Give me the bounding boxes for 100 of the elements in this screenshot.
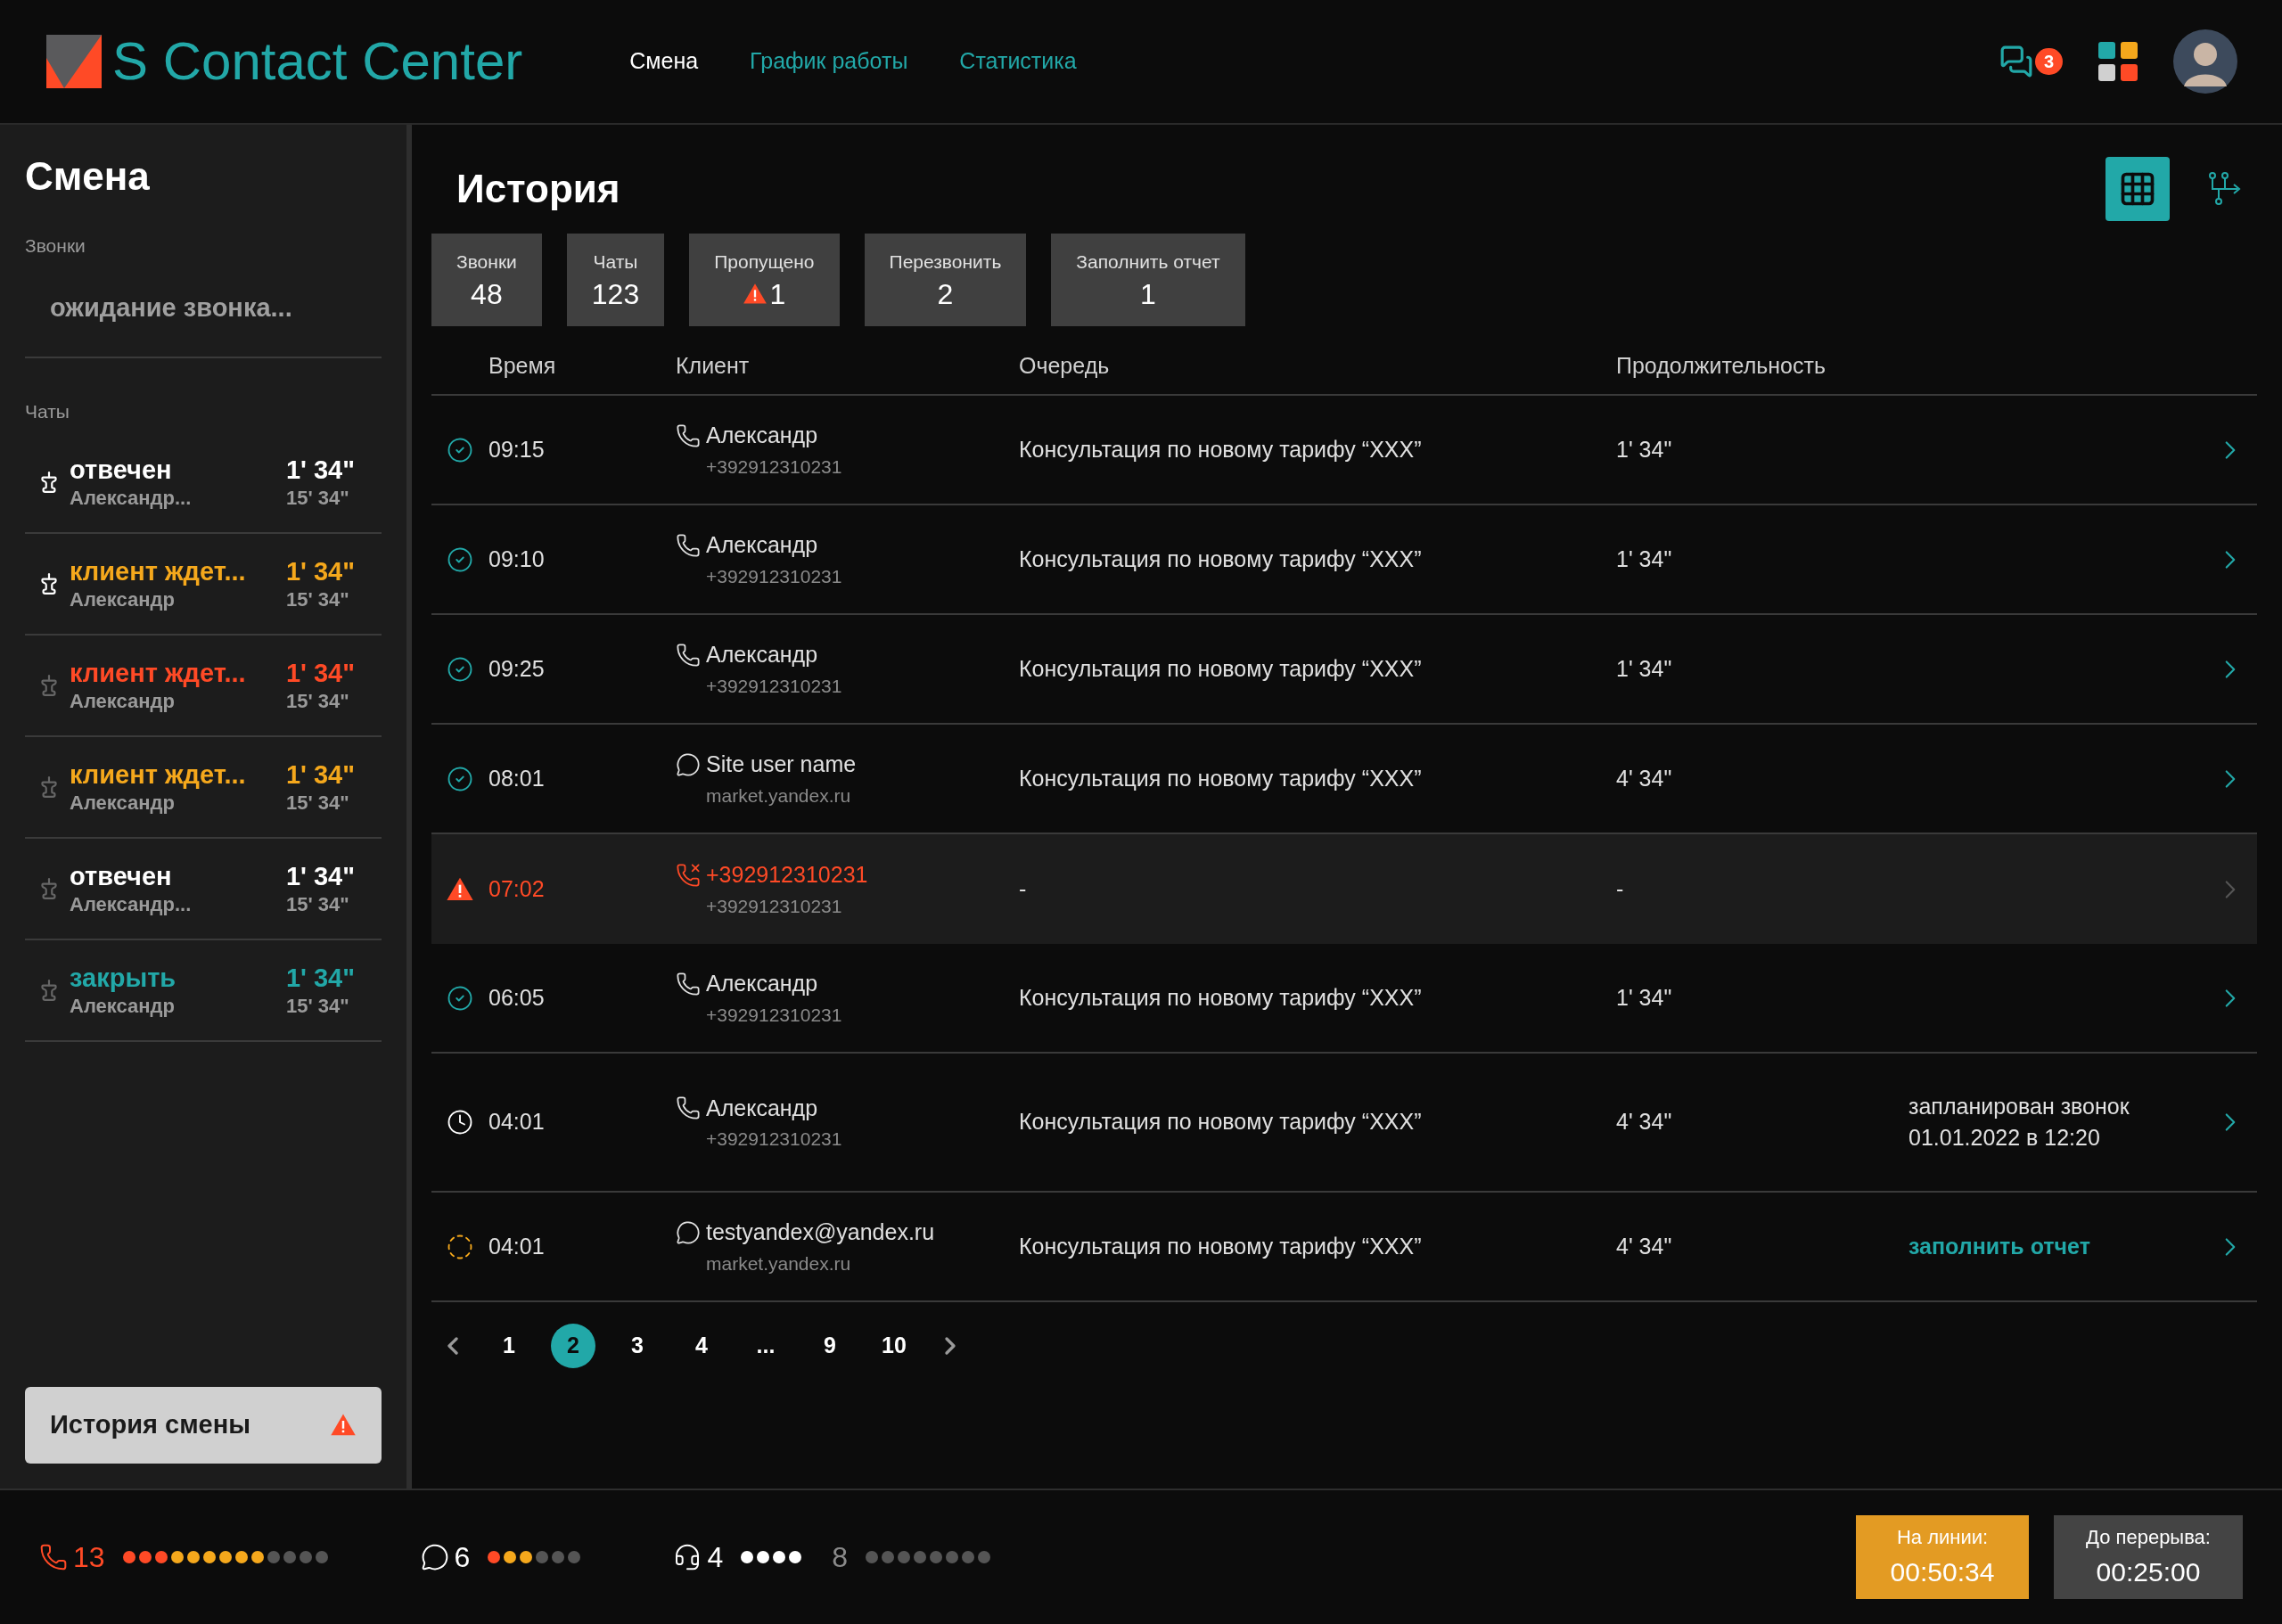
chat-status: закрыть (70, 963, 177, 994)
timer-panel: До перерыва: 00:25:00 (2054, 1515, 2243, 1599)
queue-cell-text: Консультация по новому тарифу “XXX” (1019, 435, 1423, 463)
notification-badge: 3 (2034, 48, 2063, 75)
chat-total-time: 15' 34" (285, 486, 350, 511)
time-cell-text: 04:01 (488, 1232, 546, 1260)
phone-icon (39, 1543, 68, 1571)
logo-text: S Contact Center (112, 35, 523, 88)
chat-time: 1' 34" (285, 861, 355, 892)
sidebar-title: Смена (25, 157, 151, 196)
chat-item[interactable]: закрыть Александр 1' 34" 15' 34" (25, 940, 382, 1042)
chat-item[interactable]: клиент ждет... Александр 1' 34" 15' 34" (25, 737, 382, 839)
client-name: Александр (706, 970, 818, 997)
page-button[interactable]: 4 (679, 1324, 724, 1368)
column-header: Время (488, 352, 557, 381)
duration-cell-text: 4' 34" (1616, 764, 1673, 792)
time-cell-text: 08:01 (488, 764, 546, 792)
timer-panel: На линии: 00:50:34 (1856, 1515, 2029, 1599)
queue-cell-text: Консультация по новому тарифу “XXX” (1019, 654, 1423, 683)
duration-cell-text: 4' 34" (1616, 1232, 1673, 1260)
client-name: Александр (706, 1094, 818, 1122)
chat-client: Александр (70, 791, 176, 816)
duration-cell-text: 1' 34" (1616, 983, 1673, 1012)
client-contact: +392912310231 (705, 674, 843, 698)
chat-icon (676, 751, 701, 777)
page-button[interactable]: ... (743, 1324, 788, 1368)
page-button[interactable]: 3 (615, 1324, 660, 1368)
client-name: Александр (706, 641, 818, 668)
stat-card[interactable]: Заполнить отчет 1 (1051, 234, 1245, 326)
phone-icon (676, 642, 701, 668)
time-cell-text: 04:01 (488, 1108, 546, 1136)
fill-report-link[interactable]: заполнить отчет (1909, 1233, 2090, 1259)
chat-time: 1' 34" (285, 759, 355, 791)
duration-cell-text: 1' 34" (1616, 435, 1673, 463)
phone-icon (676, 532, 701, 558)
chat-total-time: 15' 34" (285, 892, 350, 917)
apps-icon[interactable] (2098, 42, 2138, 81)
time-cell-text: 06:05 (488, 983, 546, 1012)
client-contact: +392912310231 (705, 455, 843, 479)
nav-link[interactable]: График работы (750, 45, 908, 78)
nav-link[interactable]: Статистика (959, 45, 1077, 78)
nav-link[interactable]: Смена (629, 45, 699, 78)
chat-item[interactable]: клиент ждет... Александр 1' 34" 15' 34" (25, 636, 382, 737)
chat-status: клиент ждет... (70, 556, 247, 587)
time-cell-text: 09:25 (488, 654, 546, 683)
table-view-button[interactable] (2106, 157, 2170, 221)
counter: 6 (454, 1540, 471, 1575)
client-name: Site user name (706, 750, 857, 778)
chat-client: Александр (70, 994, 176, 1019)
chat-client: Александр... (70, 486, 193, 511)
client-name: Александр (706, 422, 818, 449)
client-name: +392912310231 (706, 861, 868, 889)
chat-icon (420, 1543, 449, 1571)
client-name: testyandex@yandex.ru (706, 1218, 935, 1246)
duration-cell-text: 4' 34" (1616, 1108, 1673, 1136)
time-cell-text: 07:02 (488, 874, 546, 903)
chat-client: Александр... (70, 892, 193, 917)
stat-card[interactable]: Звонки 48 (431, 234, 542, 326)
chat-time: 1' 34" (285, 556, 355, 587)
duration-cell-text: 1' 34" (1616, 545, 1673, 573)
queue-cell-text: Консультация по новому тарифу “XXX” (1019, 1108, 1423, 1136)
duration-cell-text: - (1616, 874, 1625, 903)
page-button[interactable]: 9 (808, 1324, 852, 1368)
queue-cell-text: - (1019, 874, 1028, 903)
stat-card[interactable]: Перезвонить 2 (864, 234, 1027, 326)
counter: 13 (73, 1540, 105, 1575)
scheduled-note: запланирован звонок 01.01.2022 в 12:20 (1909, 1093, 2130, 1152)
column-header: Клиент (676, 352, 751, 381)
chat-item[interactable]: клиент ждет... Александр 1' 34" 15' 34" (25, 534, 382, 636)
avatar[interactable] (2173, 29, 2237, 94)
page-button[interactable]: 2 (551, 1324, 595, 1368)
client-contact: +392912310231 (705, 894, 843, 918)
section-label: Чаты (25, 399, 70, 423)
section-label: Звонки (25, 234, 86, 258)
phone-icon (676, 971, 701, 997)
chat-total-time: 15' 34" (285, 791, 350, 816)
chat-time: 1' 34" (285, 455, 355, 486)
call-status: ожидание звонка... (50, 291, 292, 324)
queue-cell-text: Консультация по новому тарифу “XXX” (1019, 764, 1423, 792)
client-contact: +392912310231 (705, 1003, 843, 1027)
stat-card[interactable]: Пропущено 1 (689, 234, 840, 326)
page-button[interactable]: 10 (872, 1324, 916, 1368)
chats-icon[interactable] (1999, 45, 2033, 78)
page-button[interactable]: 1 (487, 1324, 531, 1368)
chat-client: Александр (70, 689, 176, 714)
client-name: Александр (706, 531, 818, 559)
chat-total-time: 15' 34" (285, 587, 350, 612)
column-header: Очередь (1019, 352, 1111, 381)
phone-icon (676, 422, 701, 448)
history-button[interactable]: История смены (25, 1387, 382, 1464)
client-contact: +392912310231 (705, 564, 843, 588)
chat-item[interactable]: отвечен Александр... 1' 34" 15' 34" (25, 839, 382, 940)
highlighted-row[interactable]: 07:02 +392912310231 +392912310231 - - (431, 834, 2257, 944)
client-contact: market.yandex.ru (705, 783, 852, 808)
chat-time: 1' 34" (285, 963, 355, 994)
chat-time: 1' 34" (285, 658, 355, 689)
chat-status: отвечен (70, 455, 173, 486)
stat-card[interactable]: Чаты 123 (566, 234, 665, 326)
missed-call-icon (676, 862, 701, 888)
chat-item[interactable]: отвечен Александр... 1' 34" 15' 34" (25, 432, 382, 534)
